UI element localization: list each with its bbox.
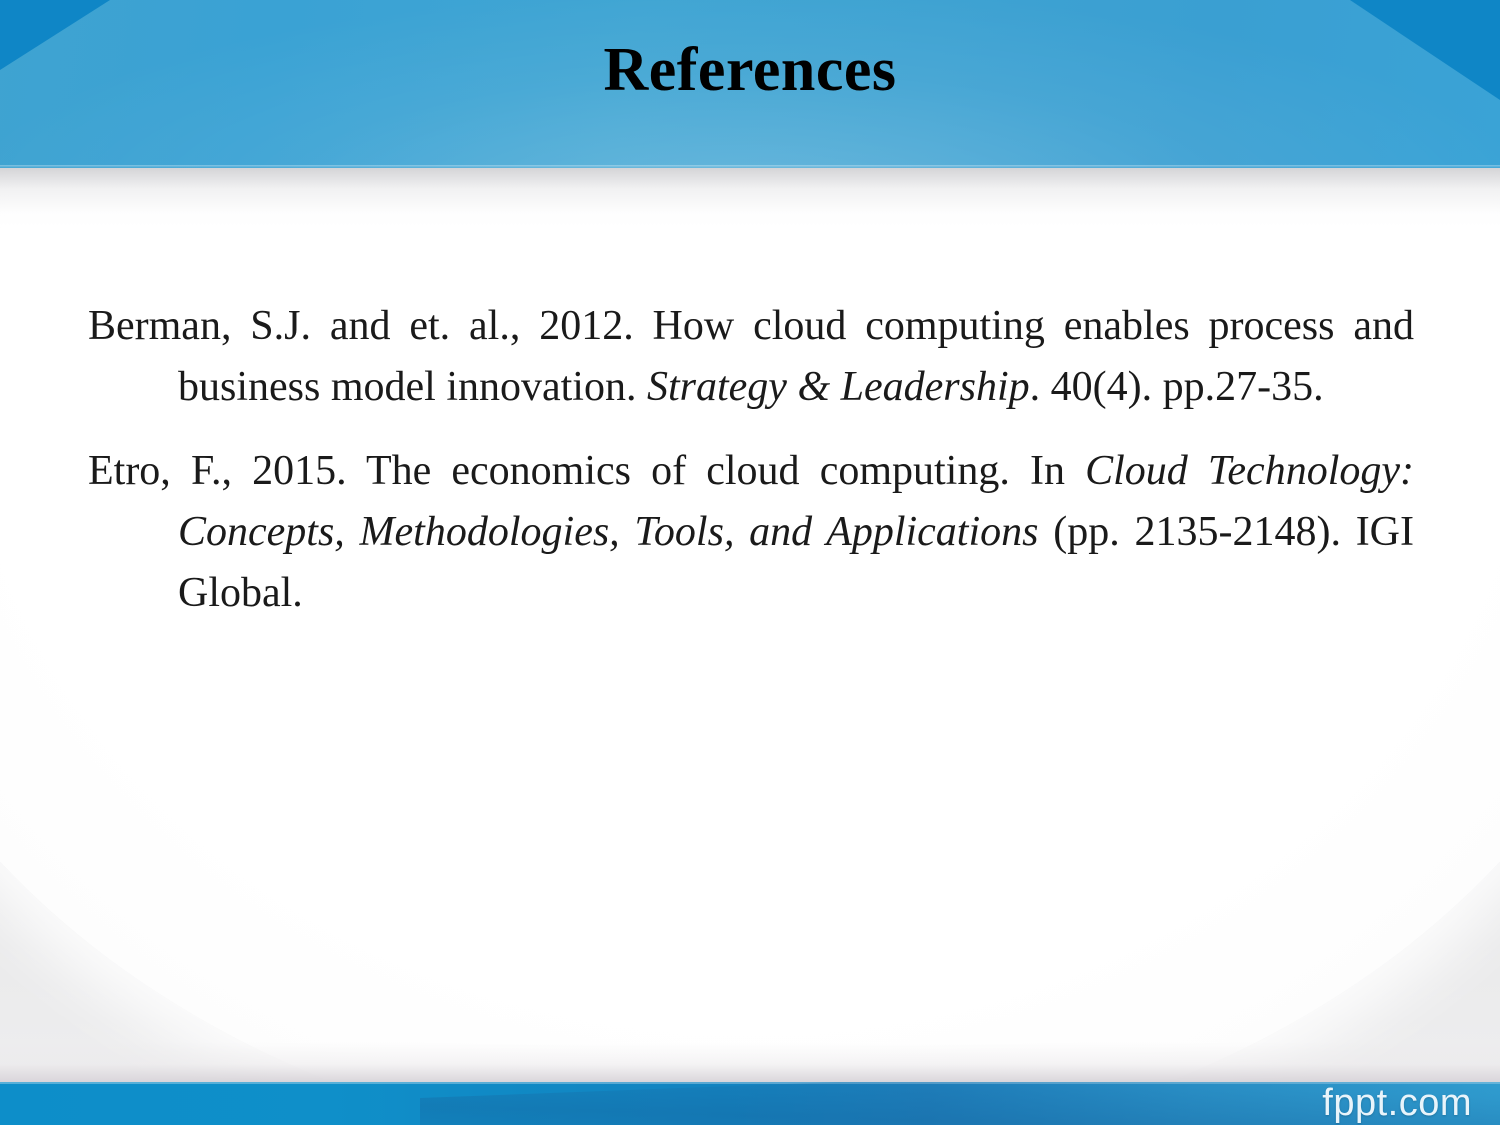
footer-shelf-shading: [0, 1042, 1500, 1082]
reference-entry-berman: Berman, S.J. and et. al., 2012. How clou…: [88, 296, 1414, 419]
fppt-watermark: fppt.com: [1322, 1082, 1472, 1125]
reference-text-run: Etro, F., 2015. The economics of cloud c…: [88, 447, 1086, 494]
references-list: Berman, S.J. and et. al., 2012. How clou…: [88, 296, 1414, 625]
page-title: References: [603, 36, 897, 104]
reference-text-run: . 40(4). pp.27-35.: [1029, 364, 1324, 411]
slide-footer-band: fppt.com: [0, 1082, 1500, 1125]
background-top-shade: [0, 168, 1500, 228]
reference-text-run: Strategy & Leadership: [646, 364, 1030, 411]
presentation-slide: References Berman, S.J. and et. al., 201…: [0, 0, 1500, 1125]
reference-entry-etro: Etro, F., 2015. The economics of cloud c…: [88, 441, 1414, 625]
header-bottom-divider: [0, 165, 1500, 168]
